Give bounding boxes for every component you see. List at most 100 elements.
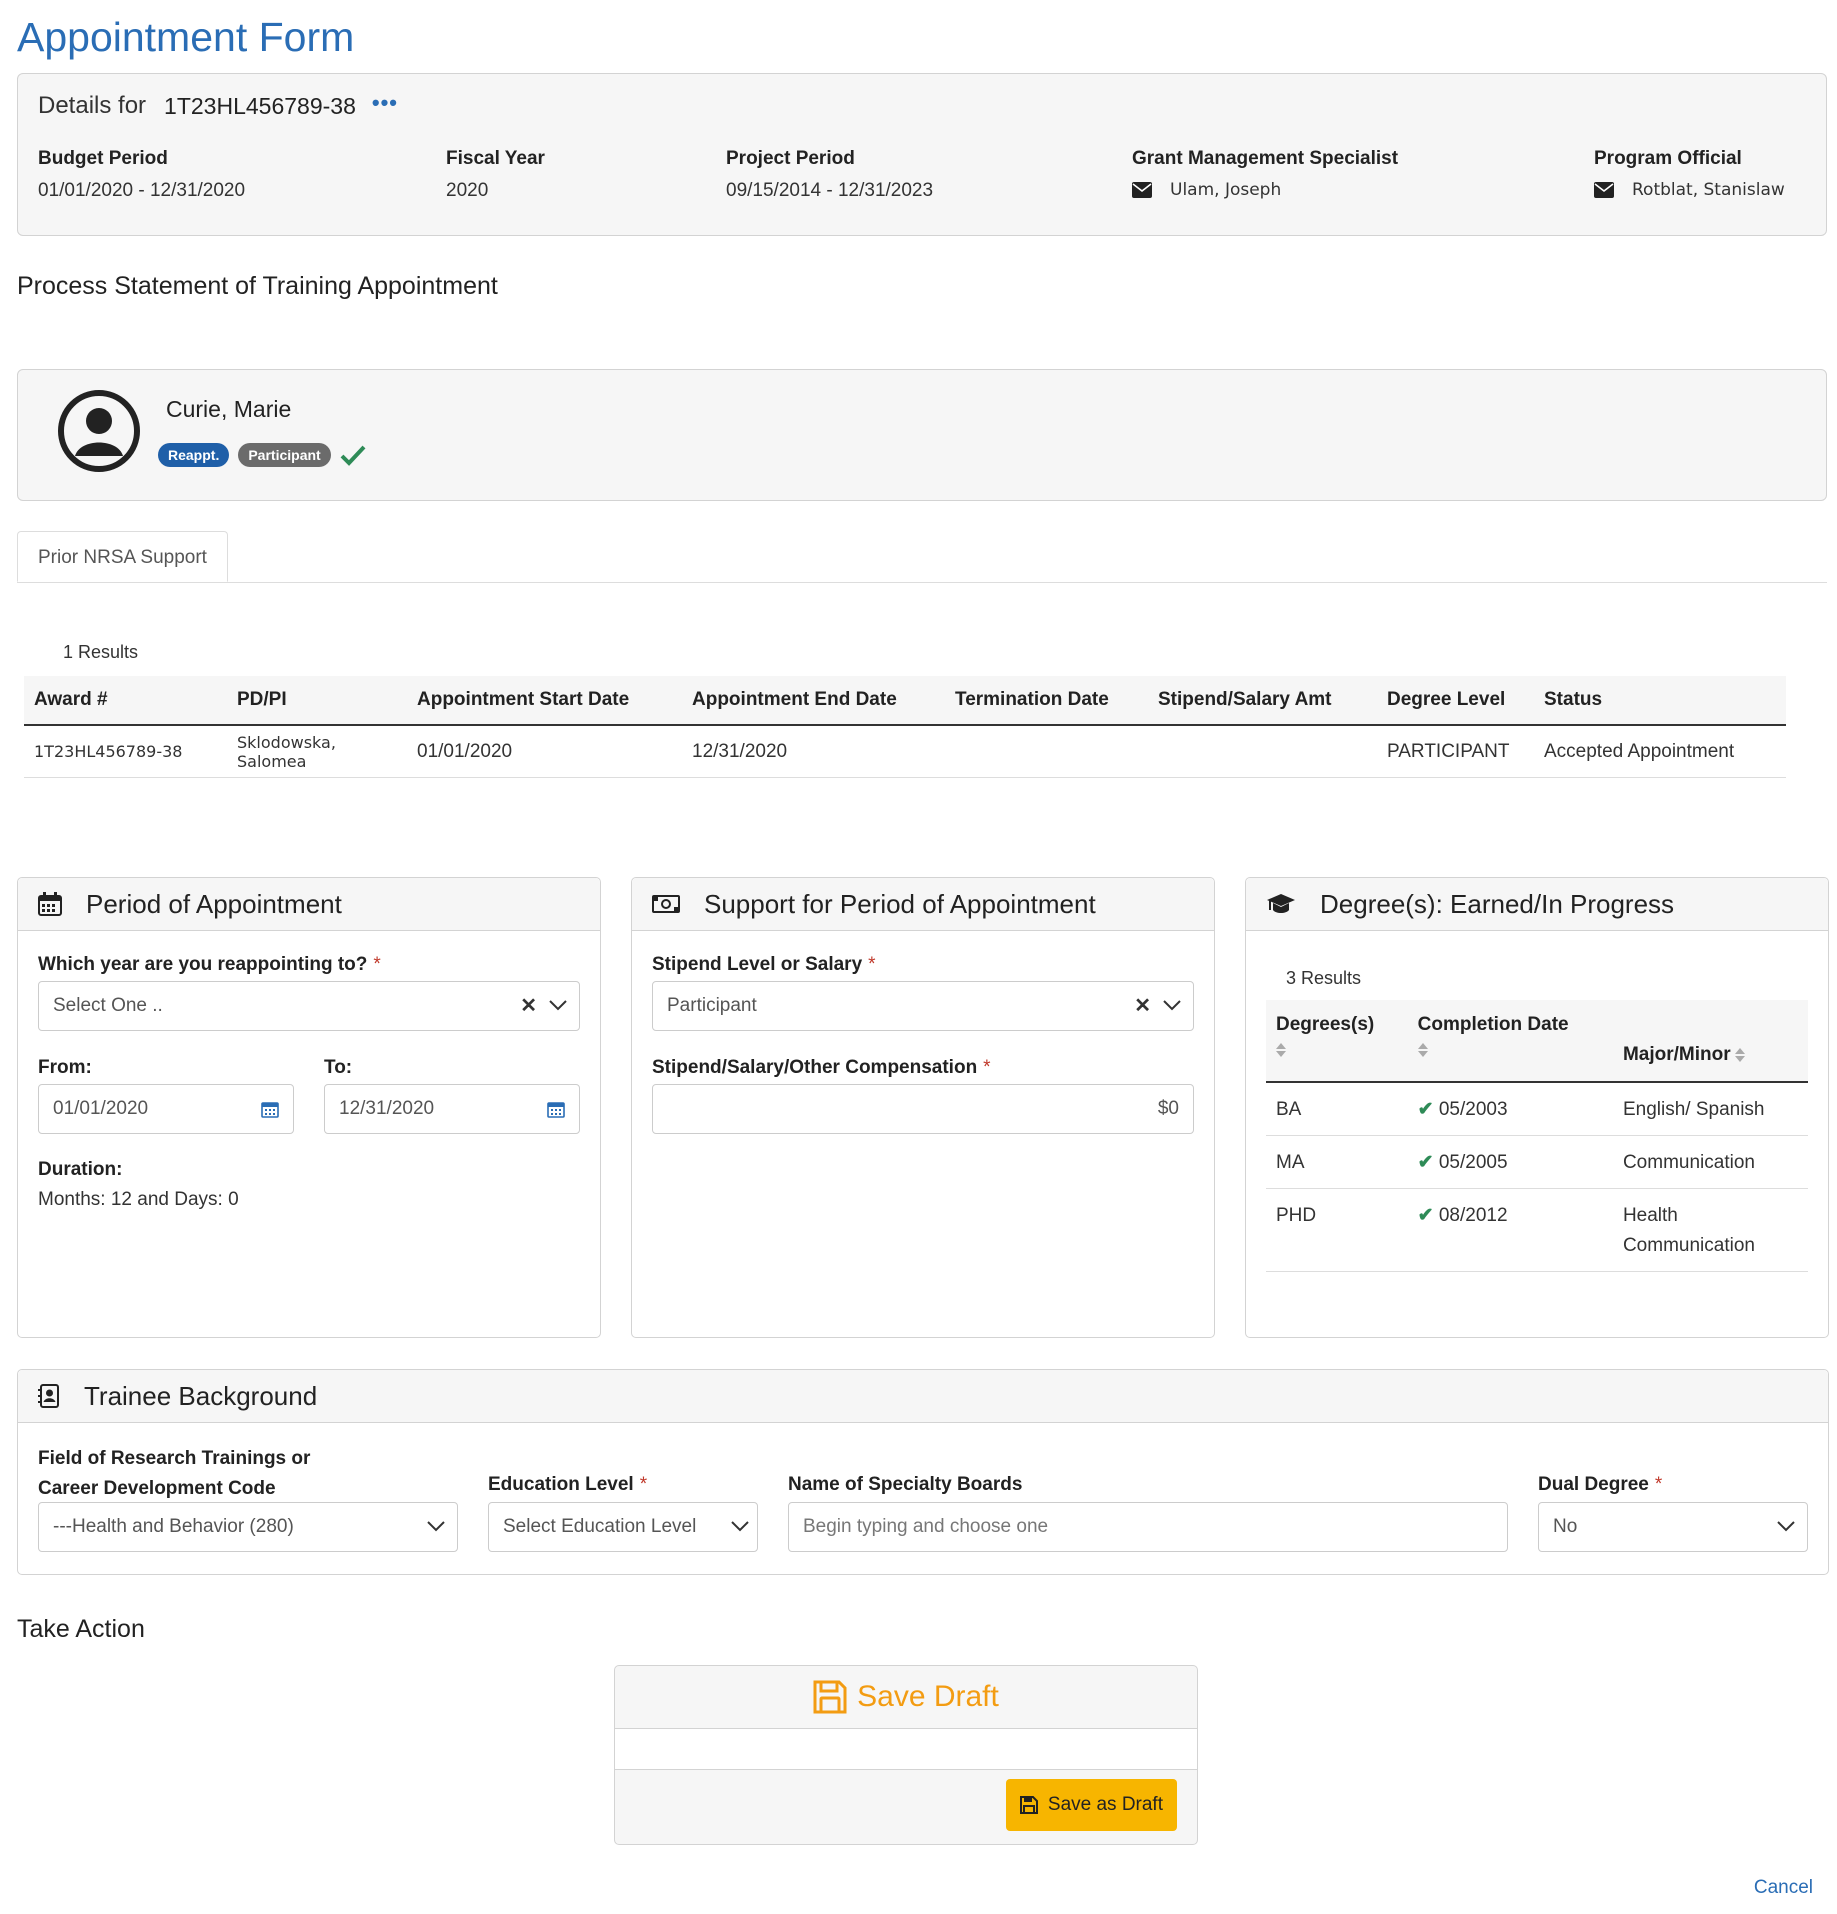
chevron-down-icon[interactable] — [427, 1520, 445, 1532]
compensation-label: Stipend/Salary/Other Compensation — [652, 1057, 978, 1078]
stipend-label: Stipend Level or Salary — [652, 954, 863, 975]
save-draft-title: Save Draft — [857, 1680, 999, 1713]
grant-details-card: Details for 1T23HL456789-38 ••• Budget P… — [17, 73, 1827, 236]
chevron-down-icon[interactable] — [1163, 999, 1181, 1011]
specialty-boards-placeholder: Begin typing and choose one — [803, 1516, 1049, 1537]
sort-icon[interactable] — [1276, 1042, 1286, 1057]
column-header[interactable]: Appointment Start Date — [407, 676, 682, 726]
table-cell: PARTICIPANT — [1377, 725, 1534, 778]
table-cell: Sklodowska, Salomea — [227, 725, 407, 778]
stipend-level-select[interactable]: Participant ✕ — [652, 981, 1194, 1031]
take-action-title: Take Action — [17, 1615, 145, 1643]
table-cell: 1T23HL456789-38 — [24, 725, 227, 778]
table-row: 1T23HL456789-38 Sklodowska, Salomea 01/0… — [24, 725, 1786, 778]
to-date-input[interactable]: 12/31/2020 — [324, 1084, 580, 1134]
completion-cell: ✔ 05/2005 — [1407, 1135, 1613, 1189]
envelope-icon[interactable] — [1594, 182, 1614, 198]
column-header[interactable]: Stipend/Salary Amt — [1148, 676, 1377, 726]
from-date-input[interactable]: 01/01/2020 — [38, 1084, 294, 1134]
column-header-completion[interactable]: Completion Date — [1407, 1000, 1613, 1083]
calendar-icon[interactable] — [261, 1100, 279, 1118]
prior-results-count: 1 Results — [63, 642, 139, 662]
compensation-input[interactable]: $0 — [652, 1084, 1194, 1134]
envelope-icon[interactable] — [1132, 182, 1152, 198]
dual-degree-select[interactable]: No — [1538, 1502, 1808, 1552]
column-header-degrees[interactable]: Degrees(s) — [1266, 1000, 1408, 1083]
calendar-icon[interactable] — [547, 1100, 565, 1118]
cancel-link[interactable]: Cancel — [1754, 1877, 1813, 1899]
save-draft-card: Save Draft Save as Draft — [614, 1665, 1198, 1845]
major-cell: Health Communication — [1612, 1188, 1808, 1272]
budget-period-value: 01/01/2020 - 12/31/2020 — [38, 180, 246, 201]
dual-degree-label: Dual Degree — [1538, 1474, 1649, 1495]
column-header[interactable]: Appointment End Date — [682, 676, 945, 726]
completion-date: 08/2012 — [1438, 1205, 1508, 1226]
header-label: Major/Minor — [1622, 1044, 1731, 1065]
process-title: Process Statement of Training Appointmen… — [17, 272, 498, 300]
reappoint-year-select[interactable]: Select One .. ✕ — [38, 981, 580, 1031]
gms-name[interactable]: Ulam, Joseph — [1170, 180, 1281, 200]
tab-bar: Prior NRSA Support — [17, 531, 1827, 583]
column-header[interactable]: PD/PI — [227, 676, 407, 726]
clear-icon[interactable]: ✕ — [520, 993, 537, 1018]
project-period: Project Period 09/15/2014 - 12/31/2023 — [726, 148, 933, 202]
program-official: Program Official Rotblat, Stanislaw — [1594, 148, 1785, 200]
table-row: PHD ✔ 08/2012 Health Communication — [1266, 1188, 1808, 1272]
page-title: Appointment Form — [17, 14, 355, 60]
more-options-icon[interactable]: ••• — [372, 90, 398, 116]
prior-support-table: Award # PD/PI Appointment Start Date App… — [24, 676, 1786, 778]
degree-cell: PHD — [1266, 1188, 1408, 1272]
education-level-select[interactable]: Select Education Level — [488, 1502, 758, 1552]
panel-title: Period of Appointment — [86, 888, 342, 919]
floppy-disk-icon — [1019, 1796, 1038, 1814]
po-name[interactable]: Rotblat, Stanislaw — [1632, 180, 1785, 200]
save-draft-body — [615, 1729, 1197, 1770]
chevron-down-icon[interactable] — [549, 999, 567, 1011]
fiscal-year-label: Fiscal Year — [446, 148, 545, 169]
education-level-value: Select Education Level — [503, 1516, 697, 1537]
chevron-down-icon[interactable] — [1777, 1520, 1795, 1532]
duration-label: Duration: — [38, 1159, 123, 1180]
degrees-panel: Degree(s): Earned/In Progress 3 Results … — [1245, 877, 1829, 1338]
clear-icon[interactable]: ✕ — [1134, 993, 1151, 1018]
budget-period: Budget Period 01/01/2020 - 12/31/2020 — [38, 148, 245, 202]
column-header[interactable]: Award # — [24, 676, 227, 726]
from-label: From: — [38, 1057, 92, 1078]
specialty-boards-label: Name of Specialty Boards — [788, 1474, 1023, 1495]
column-header[interactable]: Status — [1534, 676, 1786, 726]
column-header[interactable]: Termination Date — [945, 676, 1148, 726]
reappt-badge: Reappt. — [158, 443, 230, 467]
table-row: MA ✔ 05/2005 Communication — [1266, 1135, 1808, 1189]
specialty-boards-input[interactable]: Begin typing and choose one — [788, 1502, 1508, 1552]
panel-title: Trainee Background — [84, 1380, 318, 1411]
appointment-form-page: Appointment Form Details for 1T23HL45678… — [17, 0, 1827, 583]
header-label: Degrees(s) — [1276, 1014, 1375, 1035]
chevron-down-icon[interactable] — [731, 1520, 749, 1532]
table-cell: 01/01/2020 — [407, 725, 682, 778]
education-level-label: Education Level — [488, 1474, 634, 1495]
check-icon: ✔ — [1417, 1099, 1434, 1120]
table-cell — [1148, 725, 1377, 778]
table-cell: Accepted Appointment — [1534, 725, 1786, 778]
tab-prior-nrsa-support[interactable]: Prior NRSA Support — [17, 531, 228, 582]
completion-date: 05/2005 — [1438, 1152, 1508, 1173]
project-period-label: Project Period — [726, 148, 855, 169]
to-label: To: — [324, 1057, 353, 1078]
degree-cell: BA — [1266, 1082, 1408, 1136]
fiscal-year-value: 2020 — [446, 180, 489, 201]
table-row: BA ✔ 05/2003 English/ Spanish — [1266, 1082, 1808, 1136]
column-header[interactable]: Degree Level — [1377, 676, 1534, 726]
money-bill-icon — [652, 895, 680, 913]
sort-icon[interactable] — [1734, 1047, 1745, 1062]
save-as-draft-button[interactable]: Save as Draft — [1005, 1779, 1177, 1831]
dual-degree-value: No — [1553, 1516, 1578, 1537]
major-cell: English/ Spanish — [1612, 1082, 1808, 1136]
grant-id: 1T23HL456789-38 — [164, 92, 356, 119]
participant-badge: Participant — [238, 443, 331, 467]
column-header-major[interactable]: Major/Minor — [1612, 1000, 1808, 1083]
check-icon: ✔ — [1417, 1205, 1434, 1226]
address-book-icon — [38, 1384, 59, 1408]
duration-value: Months: 12 and Days: 0 — [38, 1189, 239, 1210]
field-of-research-select[interactable]: ---Health and Behavior (280) — [38, 1502, 458, 1552]
sort-icon[interactable] — [1417, 1042, 1428, 1057]
